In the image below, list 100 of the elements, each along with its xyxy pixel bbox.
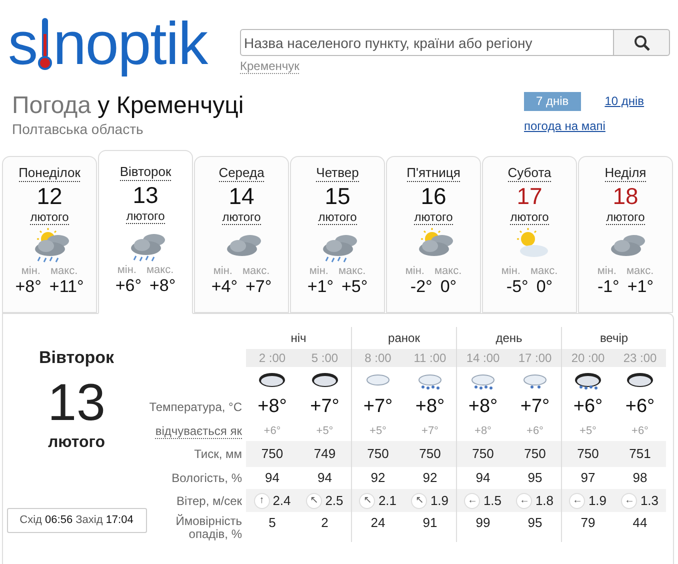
wind-speed: 1.9 bbox=[588, 492, 607, 510]
wind-speed: 2.4 bbox=[272, 492, 291, 510]
wind-speed: 2.1 bbox=[378, 492, 397, 510]
max-label: макс. bbox=[338, 265, 366, 277]
humidity: 97 bbox=[580, 469, 596, 488]
wind-speed: 1.5 bbox=[483, 492, 502, 510]
hour-time: 2 :00 bbox=[258, 350, 286, 367]
max-temperature: +11° bbox=[49, 277, 84, 297]
row-label: Тиск, мм bbox=[194, 446, 243, 463]
city-title: у Кременчуці bbox=[98, 92, 244, 119]
wind-direction-icon: ↑ bbox=[254, 492, 270, 508]
hour-time: 5 :00 bbox=[311, 350, 338, 367]
temperature: +8° bbox=[258, 394, 287, 419]
min-label: мін. bbox=[117, 264, 136, 276]
day-date: 13 bbox=[132, 181, 158, 209]
temperature: +6° bbox=[625, 394, 655, 419]
temperature: +7° bbox=[363, 394, 393, 419]
max-label: макс. bbox=[530, 265, 558, 277]
hour-time: 11 :00 bbox=[414, 350, 446, 367]
month-label: лютого bbox=[222, 210, 261, 225]
feels-like: +6° bbox=[526, 424, 544, 439]
row-label: Вологість, % bbox=[172, 470, 243, 487]
hour-time: 8 :00 bbox=[364, 350, 392, 367]
day-tab[interactable]: Вівторок 13 лютого мін. макс. +6° +8° bbox=[98, 150, 193, 314]
day-tab[interactable]: П'ятниця 16 лютого мін. макс. -2° 0° bbox=[386, 156, 481, 313]
precipitation: 91 bbox=[422, 514, 438, 532]
feels-like: +8° bbox=[474, 424, 492, 439]
wind-speed: 2.5 bbox=[325, 492, 344, 510]
min-label: мін. bbox=[21, 265, 40, 277]
day-date: 14 bbox=[228, 182, 254, 210]
pressure: 750 bbox=[367, 445, 389, 464]
row-label: Вітер, м/сек bbox=[176, 492, 243, 510]
temperature: +7° bbox=[310, 394, 340, 419]
day-date: 16 bbox=[420, 182, 446, 210]
hour-time: 23 :00 bbox=[623, 350, 657, 367]
suggestion-link[interactable]: Кременчук bbox=[240, 59, 300, 74]
logo[interactable]: s noptik bbox=[8, 10, 233, 74]
temperature: +6° bbox=[573, 394, 603, 419]
max-temperature: +7° bbox=[246, 277, 272, 297]
wind-direction-icon: ↖ bbox=[359, 492, 376, 508]
max-temperature: +1° bbox=[627, 277, 654, 297]
search-button[interactable] bbox=[614, 29, 670, 56]
hour-time: 20 :00 bbox=[571, 350, 605, 367]
day-name: Четвер bbox=[316, 165, 359, 182]
humidity: 94 bbox=[265, 469, 280, 488]
precipitation: 44 bbox=[632, 514, 648, 532]
day-tab[interactable]: Понеділок 12 лютого мін. макс. +8° +11° bbox=[2, 156, 97, 313]
period-label: вечір bbox=[600, 330, 628, 347]
wind-direction-icon: ← bbox=[621, 492, 638, 508]
min-label: мін. bbox=[501, 265, 520, 277]
pressure: 751 bbox=[629, 445, 651, 464]
max-label: макс. bbox=[146, 264, 174, 276]
max-label: макс. bbox=[626, 265, 654, 277]
day-name: Вівторок bbox=[120, 164, 172, 181]
day-tab[interactable]: Субота 17 лютого мін. макс. -5° 0° bbox=[482, 156, 577, 313]
feels-like-link[interactable]: відчувається як bbox=[155, 424, 242, 438]
day-date: 12 bbox=[36, 182, 62, 210]
day-name: П'ятниця bbox=[406, 165, 460, 182]
map-link[interactable]: погода на мапі bbox=[524, 119, 644, 133]
min-temperature: -1° bbox=[597, 277, 620, 297]
precipitation: 79 bbox=[580, 514, 596, 532]
pressure: 750 bbox=[472, 445, 494, 464]
max-temperature: 0° bbox=[440, 277, 457, 297]
row-label: Температура, °С bbox=[149, 399, 243, 416]
big-date: 13 bbox=[48, 373, 106, 433]
feels-like: +6° bbox=[264, 424, 281, 439]
temperature: +8° bbox=[415, 394, 445, 419]
day-tab[interactable]: Четвер 15 лютого мін. макс. +1° +5° bbox=[290, 156, 385, 313]
temperature: +7° bbox=[520, 394, 550, 419]
pressure: 750 bbox=[419, 445, 441, 464]
day-tab[interactable]: Середа 14 лютого мін. макс. +4° +7° bbox=[194, 156, 289, 313]
min-temperature: +6° bbox=[115, 276, 142, 296]
thermometer-icon bbox=[37, 16, 53, 72]
month-label: лютого bbox=[126, 209, 165, 224]
feels-like: +5° bbox=[370, 424, 386, 439]
humidity: 98 bbox=[632, 469, 648, 488]
wind-speed: 1.8 bbox=[535, 492, 554, 510]
search-icon bbox=[634, 34, 650, 50]
precipitation: 2 bbox=[321, 514, 328, 532]
month-title: лютого bbox=[48, 433, 106, 453]
humidity: 92 bbox=[370, 469, 386, 488]
day-tab[interactable]: Неділя 18 лютого мін. макс. -1° +1° bbox=[578, 156, 673, 313]
day-name: Неділя bbox=[604, 165, 646, 182]
min-label: мін. bbox=[405, 265, 424, 277]
title-prefix: Погода bbox=[12, 92, 91, 119]
period-label: ніч bbox=[290, 330, 306, 347]
min-label: мін. bbox=[213, 265, 232, 277]
range-tab[interactable]: 10 днів bbox=[604, 92, 644, 111]
max-label: макс. bbox=[242, 265, 270, 277]
humidity: 92 bbox=[422, 469, 438, 488]
max-label: макс. bbox=[50, 265, 78, 277]
feels-like: +5° bbox=[316, 424, 334, 439]
humidity: 94 bbox=[476, 469, 490, 488]
month-label: лютого bbox=[606, 210, 645, 225]
search-field[interactable]: Назва населеного пункту, країни або регіону bbox=[240, 29, 614, 56]
hour-time: 17 :00 bbox=[518, 350, 552, 367]
day-name: Середа bbox=[218, 165, 264, 182]
day-date: 18 bbox=[612, 182, 638, 210]
month-label: лютого bbox=[318, 210, 357, 225]
wind-direction-icon: ← bbox=[569, 492, 586, 508]
